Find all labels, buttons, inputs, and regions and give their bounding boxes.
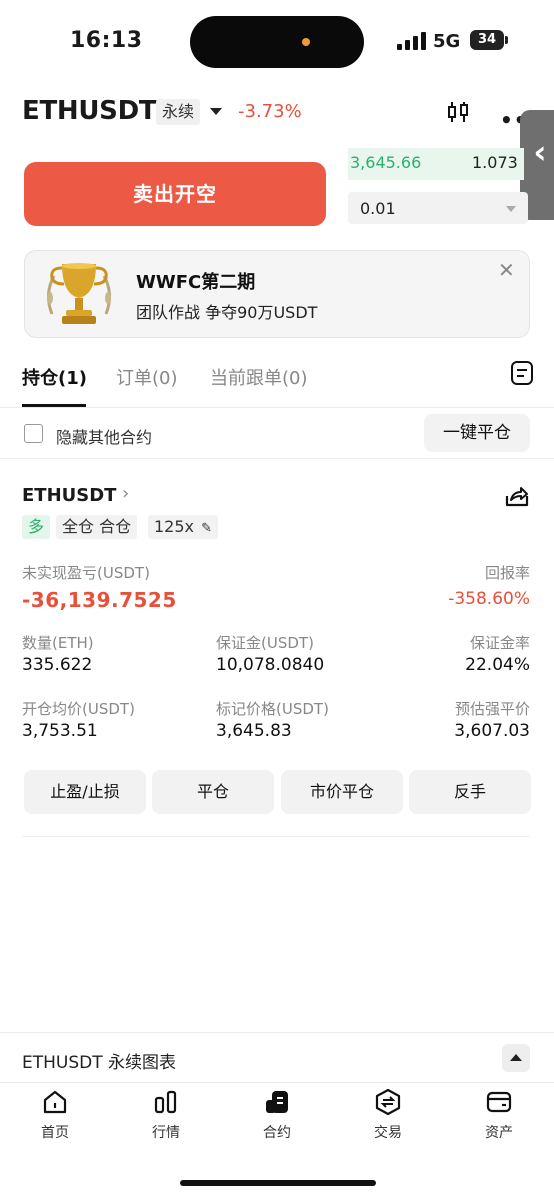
nav-assets[interactable]: 资产 xyxy=(454,1088,544,1142)
hide-other-contracts-label[interactable]: 隐藏其他合约 xyxy=(56,424,152,448)
margin-mode-badge: 全仓 合仓 xyxy=(56,515,138,539)
order-history-icon[interactable] xyxy=(510,360,534,386)
close-all-positions-button[interactable]: 一键平仓 xyxy=(424,414,530,452)
unrealized-pnl-value: -36,139.7525 xyxy=(22,588,177,612)
quantity-value: 335.622 xyxy=(22,655,93,675)
close-position-button[interactable]: 平仓 xyxy=(152,770,274,814)
symbol-dropdown-icon[interactable] xyxy=(210,108,222,115)
quantity-label: 数量(ETH) xyxy=(22,634,94,652)
nav-trade-label: 交易 xyxy=(374,1125,402,1141)
hide-other-contracts-checkbox[interactable] xyxy=(24,424,43,443)
battery-icon: 34 xyxy=(470,30,504,50)
nav-trade[interactable]: 交易 xyxy=(343,1088,433,1142)
banner-subtitle: 团队作战 争夺90万USDT xyxy=(136,303,318,322)
perpetual-chart-label[interactable]: ETHUSDT 永续图表 xyxy=(22,1048,176,1073)
sell-open-short-button[interactable]: 卖出开空 xyxy=(24,162,326,226)
roe-label: 回报率 xyxy=(484,564,530,582)
market-close-button[interactable]: 市价平仓 xyxy=(281,770,403,814)
battery-tip xyxy=(505,36,508,44)
section-divider xyxy=(0,458,554,459)
futures-icon xyxy=(266,1091,288,1113)
dynamic-island xyxy=(190,16,364,68)
tp-sl-button[interactable]: 止盈/止损 xyxy=(24,770,146,814)
trade-icon xyxy=(375,1088,401,1116)
network-type: 5G xyxy=(433,31,461,52)
nav-market-label: 行情 xyxy=(152,1125,180,1141)
home-indicator[interactable] xyxy=(180,1180,376,1186)
nav-home-label: 首页 xyxy=(41,1125,69,1141)
nav-futures[interactable]: 合约 xyxy=(232,1088,322,1142)
liquidation-price-value: 3,607.03 xyxy=(454,721,530,741)
chevron-right-icon[interactable]: › xyxy=(122,483,129,504)
liquidation-price-label: 预估强平价 xyxy=(454,700,530,718)
precision-dropdown-icon xyxy=(506,206,516,212)
mark-price-value: 3,645.83 xyxy=(216,721,292,741)
wallet-icon xyxy=(486,1091,512,1113)
tab-orders[interactable]: 订单(0) xyxy=(116,364,178,390)
chart-bar-divider xyxy=(0,1032,554,1033)
margin-value: 10,078.0840 xyxy=(216,655,325,675)
reverse-position-button[interactable]: 反手 xyxy=(409,770,531,814)
orderbook-price: 3,645.66 xyxy=(350,153,422,172)
unrealized-pnl-label: 未实现盈亏(USDT) xyxy=(22,564,150,582)
tab-copy-trades[interactable]: 当前跟单(0) xyxy=(210,364,308,390)
signal-strength-icon xyxy=(397,32,427,50)
nav-assets-label: 资产 xyxy=(485,1125,513,1141)
banner-title: WWFC第二期 xyxy=(136,272,256,293)
candlestick-chart-icon[interactable] xyxy=(446,100,470,124)
close-icon[interactable]: ✕ xyxy=(498,258,515,282)
tabbar-divider xyxy=(0,1082,554,1083)
market-icon xyxy=(154,1090,177,1114)
mark-price-label: 标记价格(USDT) xyxy=(216,700,329,718)
edit-icon[interactable]: ✎ xyxy=(201,521,212,536)
price-precision-value: 0.01 xyxy=(360,199,396,218)
nav-market[interactable]: 行情 xyxy=(121,1088,211,1142)
orderbook-quantity: 1.073 xyxy=(472,153,518,172)
home-icon xyxy=(43,1090,67,1114)
price-change-percent: -3.73% xyxy=(238,101,302,122)
chevron-up-icon[interactable] xyxy=(502,1044,530,1072)
tab-positions[interactable]: 持仓(1) xyxy=(22,364,87,390)
recording-indicator-icon xyxy=(302,38,310,46)
nav-home[interactable]: 首页 xyxy=(10,1088,100,1142)
entry-price-value: 3,753.51 xyxy=(22,721,98,741)
nav-futures-label: 合约 xyxy=(263,1125,291,1141)
roe-value: -358.60% xyxy=(448,589,530,609)
position-side-badge: 多 xyxy=(22,515,51,539)
margin-label: 保证金(USDT) xyxy=(216,634,314,652)
leverage-badge[interactable]: 125x ✎ xyxy=(148,515,219,539)
entry-price-label: 开仓均价(USDT) xyxy=(22,700,135,718)
margin-rate-value: 22.04% xyxy=(465,655,530,675)
share-icon[interactable] xyxy=(504,484,530,508)
tab-divider xyxy=(0,407,554,408)
margin-rate-label: 保证金率 xyxy=(469,634,530,652)
contract-symbol[interactable]: ETHUSDT xyxy=(22,96,157,126)
status-time: 16:13 xyxy=(70,28,143,53)
leverage-value: 125x xyxy=(154,517,195,536)
card-divider xyxy=(22,836,530,837)
trophy-icon xyxy=(47,263,111,324)
contract-type-tag[interactable]: 永续 xyxy=(156,99,201,125)
position-symbol[interactable]: ETHUSDT xyxy=(22,485,116,506)
